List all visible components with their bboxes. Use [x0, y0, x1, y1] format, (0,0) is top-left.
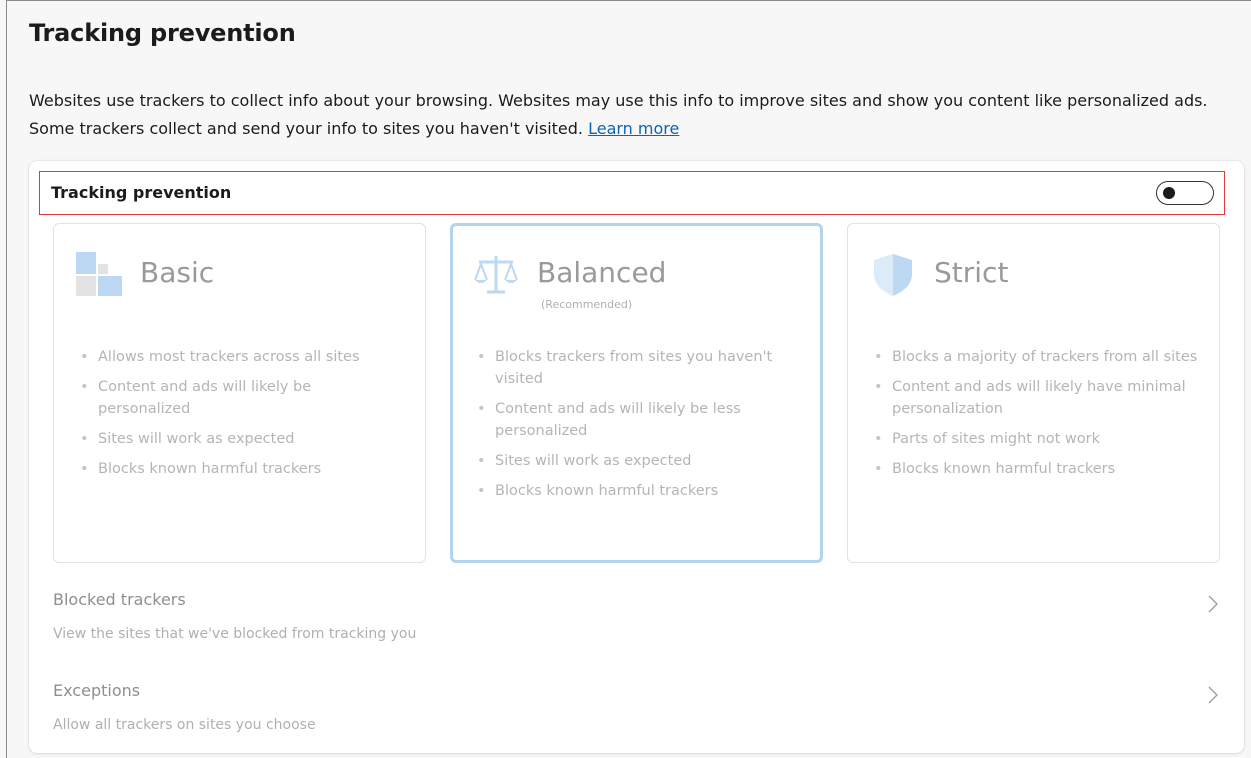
exceptions-row[interactable]: Exceptions Allow all trackers on sites y… [53, 677, 1219, 747]
list-item: Allows most trackers across all sites [76, 346, 406, 368]
shield-icon [874, 254, 912, 296]
list-item: Sites will work as expected [473, 450, 803, 472]
list-item: Parts of sites might not work [870, 428, 1200, 450]
option-balanced-bullets: Blocks trackers from sites you haven't v… [473, 346, 803, 510]
tracking-prevention-card: Tracking prevention Basic Allows most tr… [29, 161, 1244, 753]
exceptions-subtitle: Allow all trackers on sites you choose [53, 717, 316, 733]
settings-panel: Tracking prevention Websites use tracker… [6, 0, 1251, 758]
list-item: Content and ads will likely have minimal… [870, 376, 1200, 420]
chevron-right-icon [1208, 686, 1218, 704]
option-balanced-subtitle: (Recommended) [541, 298, 633, 311]
option-balanced[interactable]: Balanced (Recommended) Blocks trackers f… [450, 223, 823, 563]
tracking-prevention-toggle[interactable] [1156, 181, 1214, 205]
blocked-trackers-title: Blocked trackers [53, 590, 186, 609]
blocked-trackers-row[interactable]: Blocked trackers View the sites that we'… [53, 586, 1219, 656]
option-basic-bullets: Allows most trackers across all sites Co… [76, 346, 406, 488]
toggle-knob [1163, 187, 1175, 199]
list-item: Content and ads will likely be less pers… [473, 398, 803, 442]
list-item: Blocks a majority of trackers from all s… [870, 346, 1200, 368]
learn-more-link[interactable]: Learn more [588, 119, 679, 138]
list-item: Blocks trackers from sites you haven't v… [473, 346, 803, 390]
exceptions-title: Exceptions [53, 681, 141, 700]
option-balanced-title: Balanced [537, 256, 667, 289]
option-basic[interactable]: Basic Allows most trackers across all si… [53, 223, 426, 563]
tracking-prevention-row: Tracking prevention [39, 171, 1225, 215]
option-strict-bullets: Blocks a majority of trackers from all s… [870, 346, 1200, 488]
option-strict-title: Strict [934, 256, 1009, 289]
option-strict[interactable]: Strict Blocks a majority of trackers fro… [847, 223, 1220, 563]
list-item: Content and ads will likely be personali… [76, 376, 406, 420]
option-basic-title: Basic [140, 256, 215, 289]
basic-blocks-icon [76, 252, 122, 296]
list-item: Blocks known harmful trackers [473, 480, 803, 502]
blocked-trackers-subtitle: View the sites that we've blocked from t… [53, 626, 417, 642]
page-title: Tracking prevention [29, 19, 296, 47]
scales-icon [474, 256, 518, 294]
page-description: Websites use trackers to collect info ab… [29, 87, 1244, 143]
chevron-right-icon [1208, 595, 1218, 613]
list-item: Sites will work as expected [76, 428, 406, 450]
list-item: Blocks known harmful trackers [870, 458, 1200, 480]
list-item: Blocks known harmful trackers [76, 458, 406, 480]
tracking-prevention-label: Tracking prevention [51, 183, 232, 202]
